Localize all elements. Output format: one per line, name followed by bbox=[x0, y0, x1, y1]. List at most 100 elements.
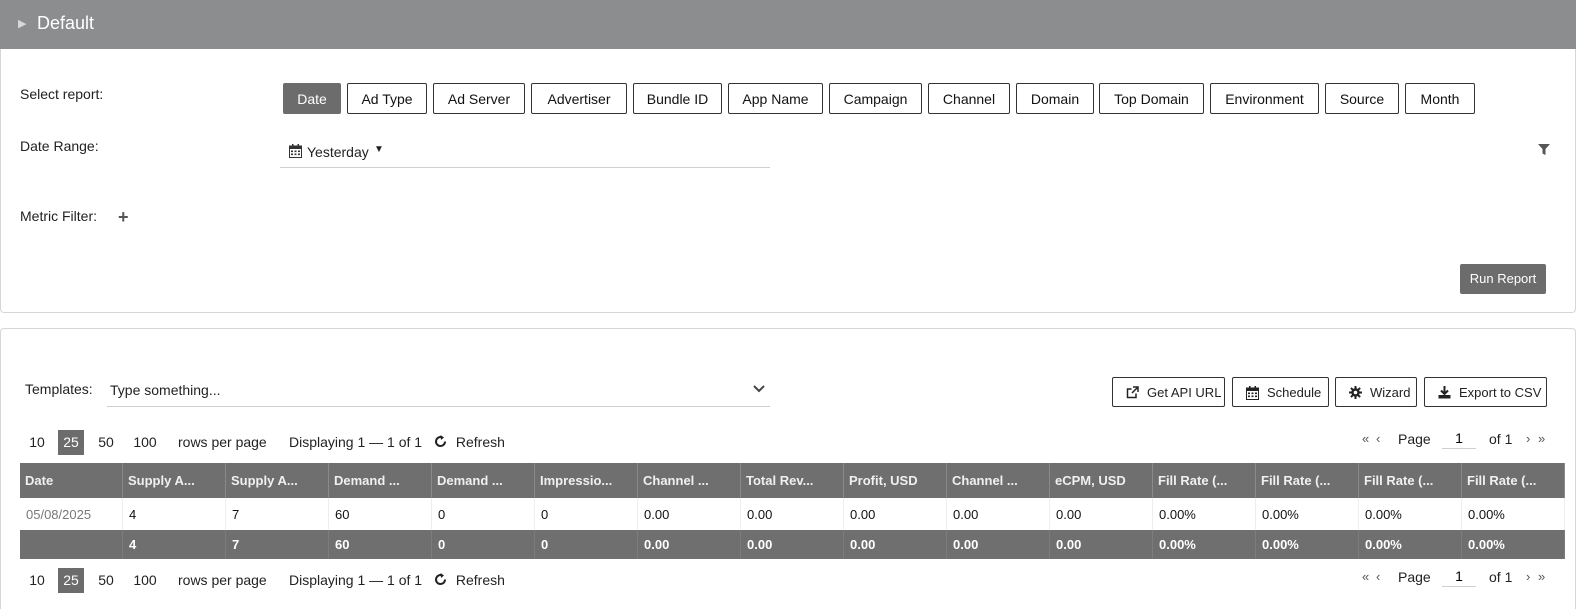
refresh-label: Refresh bbox=[455, 572, 505, 588]
table-cell: 0.00 bbox=[1049, 498, 1153, 530]
column-header[interactable]: Supply A... bbox=[122, 463, 226, 498]
report-table: Date Supply A... Supply A... Demand ... … bbox=[20, 463, 1565, 559]
report-type-app-name[interactable]: App Name bbox=[728, 83, 823, 114]
rows-per-page-label: rows per page bbox=[178, 434, 267, 450]
column-header[interactable]: Total Rev... bbox=[740, 463, 844, 498]
column-header[interactable]: Fill Rate (... bbox=[1152, 463, 1256, 498]
table-cell: 60 bbox=[328, 498, 432, 530]
page-label: Page bbox=[1398, 431, 1431, 447]
wizard-button[interactable]: Wizard bbox=[1335, 377, 1417, 407]
schedule-button[interactable]: Schedule bbox=[1232, 377, 1329, 407]
report-type-bundle-id[interactable]: Bundle ID bbox=[633, 83, 722, 114]
total-cell: 0.00% bbox=[1152, 530, 1256, 559]
refresh-button[interactable]: Refresh bbox=[434, 430, 505, 455]
total-cell: 60 bbox=[328, 530, 432, 559]
column-header[interactable]: Channel ... bbox=[637, 463, 741, 498]
page-size-100[interactable]: 100 bbox=[127, 430, 163, 455]
report-type-advertiser[interactable]: Advertiser bbox=[531, 83, 627, 114]
page-label: Page bbox=[1398, 569, 1431, 585]
next-page-icon[interactable]: › bbox=[1526, 566, 1530, 588]
column-header[interactable]: Channel ... bbox=[946, 463, 1050, 498]
column-header[interactable]: Profit, USD bbox=[843, 463, 947, 498]
first-page-icon[interactable]: « bbox=[1362, 566, 1369, 588]
column-header[interactable]: Impressio... bbox=[534, 463, 638, 498]
schedule-label: Schedule bbox=[1267, 385, 1322, 400]
export-csv-button[interactable]: Export to CSV bbox=[1424, 377, 1547, 407]
table-row[interactable]: 05/08/2025 4 7 60 0 0 0.00 0.00 0.00 0.0… bbox=[20, 498, 1565, 530]
report-type-campaign[interactable]: Campaign bbox=[829, 83, 922, 114]
table-cell: 0.00 bbox=[843, 498, 947, 530]
refresh-button[interactable]: Refresh bbox=[434, 568, 505, 593]
table-cell: 4 bbox=[122, 498, 226, 530]
chevron-down-icon bbox=[753, 385, 765, 393]
expand-caret-icon[interactable]: ▶ bbox=[18, 17, 26, 30]
total-cell: 4 bbox=[122, 530, 226, 559]
external-link-icon bbox=[1126, 386, 1139, 399]
column-header[interactable]: Demand ... bbox=[328, 463, 432, 498]
report-type-top-domain[interactable]: Top Domain bbox=[1099, 83, 1204, 114]
column-header[interactable]: Date bbox=[20, 463, 123, 498]
total-cell: 0.00 bbox=[1049, 530, 1153, 559]
page-size-100[interactable]: 100 bbox=[127, 568, 163, 593]
column-header[interactable]: Fill Rate (... bbox=[1255, 463, 1359, 498]
page-size-10[interactable]: 10 bbox=[24, 430, 50, 455]
templates-label: Templates: bbox=[25, 381, 93, 397]
report-type-domain[interactable]: Domain bbox=[1016, 83, 1094, 114]
column-header[interactable]: Supply A... bbox=[225, 463, 329, 498]
table-cell: 0.00 bbox=[740, 498, 844, 530]
report-type-environment[interactable]: Environment bbox=[1210, 83, 1319, 114]
page-size-10[interactable]: 10 bbox=[24, 568, 50, 593]
table-cell: 0.00 bbox=[637, 498, 741, 530]
pager-top: 10 25 50 100 rows per page Displaying 1 … bbox=[20, 430, 520, 455]
column-header[interactable]: Fill Rate (... bbox=[1461, 463, 1565, 498]
report-header[interactable]: ▶ Default bbox=[0, 0, 1576, 49]
caret-down-icon: ▼ bbox=[374, 144, 384, 155]
report-type-date[interactable]: Date bbox=[283, 83, 341, 114]
select-report-label: Select report: bbox=[20, 86, 104, 102]
last-page-icon[interactable]: » bbox=[1538, 566, 1545, 588]
page-number-input[interactable] bbox=[1442, 428, 1476, 449]
table-cell: 0.00% bbox=[1255, 498, 1359, 530]
run-report-button[interactable]: Run Report bbox=[1460, 264, 1546, 294]
page-size-50[interactable]: 50 bbox=[93, 568, 119, 593]
total-cell: 0.00 bbox=[740, 530, 844, 559]
last-page-icon[interactable]: » bbox=[1538, 428, 1545, 450]
report-type-ad-type[interactable]: Ad Type bbox=[347, 83, 427, 114]
report-title: Default bbox=[37, 13, 95, 33]
report-type-ad-server[interactable]: Ad Server bbox=[433, 83, 525, 114]
calendar-icon bbox=[289, 144, 302, 158]
date-range-value: Yesterday bbox=[307, 144, 369, 160]
total-cell: 0.00% bbox=[1255, 530, 1359, 559]
get-api-url-label: Get API URL bbox=[1147, 385, 1222, 400]
table-cell: 0 bbox=[431, 498, 535, 530]
column-header[interactable]: Demand ... bbox=[431, 463, 535, 498]
rows-per-page-label: rows per page bbox=[178, 572, 267, 588]
total-cell: 0.00% bbox=[1461, 530, 1565, 559]
of-pages-label: of 1 bbox=[1489, 569, 1513, 585]
templates-select[interactable]: Type something... bbox=[107, 377, 770, 407]
total-cell: 0.00 bbox=[637, 530, 741, 559]
page-size-25[interactable]: 25 bbox=[58, 430, 84, 455]
page-size-50[interactable]: 50 bbox=[93, 430, 119, 455]
refresh-icon bbox=[435, 573, 447, 586]
get-api-url-button[interactable]: Get API URL bbox=[1112, 377, 1225, 407]
templates-placeholder: Type something... bbox=[110, 382, 221, 398]
column-header[interactable]: Fill Rate (... bbox=[1358, 463, 1462, 498]
prev-page-icon[interactable]: ‹ bbox=[1376, 428, 1380, 450]
table-cell: 0 bbox=[534, 498, 638, 530]
next-page-icon[interactable]: › bbox=[1526, 428, 1530, 450]
gear-icon bbox=[1349, 386, 1362, 399]
column-header[interactable]: eCPM, USD bbox=[1049, 463, 1153, 498]
first-page-icon[interactable]: « bbox=[1362, 428, 1369, 450]
date-range-picker[interactable]: Yesterday ▼ bbox=[280, 138, 770, 168]
report-type-source[interactable]: Source bbox=[1325, 83, 1399, 114]
page-size-25[interactable]: 25 bbox=[58, 568, 84, 593]
page-number-input[interactable] bbox=[1442, 566, 1476, 587]
filter-icon[interactable] bbox=[1537, 143, 1551, 156]
report-type-channel[interactable]: Channel bbox=[928, 83, 1010, 114]
add-metric-filter-icon[interactable]: + bbox=[118, 207, 129, 228]
prev-page-icon[interactable]: ‹ bbox=[1376, 566, 1380, 588]
report-type-month[interactable]: Month bbox=[1405, 83, 1475, 114]
total-cell: 0 bbox=[431, 530, 535, 559]
table-header-row: Date Supply A... Supply A... Demand ... … bbox=[20, 463, 1565, 498]
